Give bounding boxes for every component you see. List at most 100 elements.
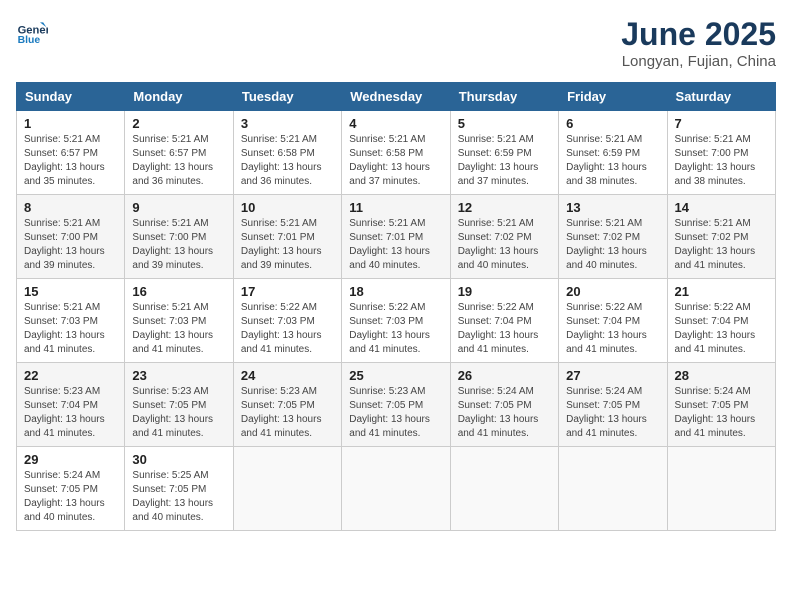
table-row: 11 Sunrise: 5:21 AMSunset: 7:01 PMDayligh… (342, 195, 450, 279)
table-row: 19 Sunrise: 5:22 AMSunset: 7:04 PMDayligh… (450, 279, 558, 363)
day-number: 2 (132, 116, 225, 131)
day-info: Sunrise: 5:21 AMSunset: 7:01 PMDaylight:… (241, 217, 334, 273)
table-row: 7 Sunrise: 5:21 AMSunset: 7:00 PMDaylight… (667, 111, 775, 195)
day-info: Sunrise: 5:21 AMSunset: 7:01 PMDaylight:… (349, 217, 442, 273)
table-row: 24 Sunrise: 5:23 AMSunset: 7:05 PMDayligh… (233, 363, 341, 447)
table-row: 30 Sunrise: 5:25 AMSunset: 7:05 PMDayligh… (125, 447, 233, 531)
day-info: Sunrise: 5:22 AMSunset: 7:03 PMDaylight:… (241, 301, 334, 357)
table-row: 27 Sunrise: 5:24 AMSunset: 7:05 PMDayligh… (559, 363, 667, 447)
col-thursday: Thursday (450, 83, 558, 111)
table-row (559, 447, 667, 531)
day-info: Sunrise: 5:24 AMSunset: 7:05 PMDaylight:… (24, 469, 117, 525)
day-number: 20 (566, 284, 659, 299)
calendar-week-row: 8 Sunrise: 5:21 AMSunset: 7:00 PMDaylight… (17, 195, 776, 279)
header-row: Sunday Monday Tuesday Wednesday Thursday… (17, 83, 776, 111)
day-info: Sunrise: 5:21 AMSunset: 6:59 PMDaylight:… (458, 133, 551, 189)
col-monday: Monday (125, 83, 233, 111)
table-row: 5 Sunrise: 5:21 AMSunset: 6:59 PMDaylight… (450, 111, 558, 195)
day-info: Sunrise: 5:23 AMSunset: 7:05 PMDaylight:… (241, 385, 334, 441)
table-row (233, 447, 341, 531)
day-number: 22 (24, 368, 117, 383)
day-number: 14 (675, 200, 768, 215)
table-row: 8 Sunrise: 5:21 AMSunset: 7:00 PMDaylight… (17, 195, 125, 279)
day-number: 28 (675, 368, 768, 383)
day-info: Sunrise: 5:22 AMSunset: 7:03 PMDaylight:… (349, 301, 442, 357)
day-number: 13 (566, 200, 659, 215)
table-row (342, 447, 450, 531)
day-number: 9 (132, 200, 225, 215)
day-number: 15 (24, 284, 117, 299)
day-info: Sunrise: 5:22 AMSunset: 7:04 PMDaylight:… (675, 301, 768, 357)
logo: General Blue (16, 16, 48, 48)
table-row: 18 Sunrise: 5:22 AMSunset: 7:03 PMDayligh… (342, 279, 450, 363)
day-number: 7 (675, 116, 768, 131)
table-row: 20 Sunrise: 5:22 AMSunset: 7:04 PMDayligh… (559, 279, 667, 363)
page-header: General Blue June 2025 Longyan, Fujian, … (16, 16, 776, 70)
day-info: Sunrise: 5:22 AMSunset: 7:04 PMDaylight:… (566, 301, 659, 357)
day-number: 3 (241, 116, 334, 131)
table-row: 21 Sunrise: 5:22 AMSunset: 7:04 PMDayligh… (667, 279, 775, 363)
table-row: 1 Sunrise: 5:21 AMSunset: 6:57 PMDaylight… (17, 111, 125, 195)
day-info: Sunrise: 5:21 AMSunset: 6:57 PMDaylight:… (24, 133, 117, 189)
day-info: Sunrise: 5:21 AMSunset: 7:02 PMDaylight:… (458, 217, 551, 273)
day-info: Sunrise: 5:24 AMSunset: 7:05 PMDaylight:… (566, 385, 659, 441)
day-number: 25 (349, 368, 442, 383)
day-number: 30 (132, 452, 225, 467)
logo-icon: General Blue (16, 16, 48, 48)
table-row: 26Sunrise: 5:24 AMSunset: 7:05 PMDayligh… (450, 363, 558, 447)
table-row: 14 Sunrise: 5:21 AMSunset: 7:02 PMDayligh… (667, 195, 775, 279)
day-number: 6 (566, 116, 659, 131)
calendar-table: Sunday Monday Tuesday Wednesday Thursday… (16, 82, 776, 531)
day-number: 19 (458, 284, 551, 299)
day-info: Sunrise: 5:21 AMSunset: 6:59 PMDaylight:… (566, 133, 659, 189)
day-number: 4 (349, 116, 442, 131)
table-row: 15Sunrise: 5:21 AMSunset: 7:03 PMDayligh… (17, 279, 125, 363)
day-number: 23 (132, 368, 225, 383)
day-number: 1 (24, 116, 117, 131)
day-info: Sunrise: 5:23 AMSunset: 7:04 PMDaylight:… (24, 385, 117, 441)
day-number: 17 (241, 284, 334, 299)
col-sunday: Sunday (17, 83, 125, 111)
calendar-week-row: 1 Sunrise: 5:21 AMSunset: 6:57 PMDaylight… (17, 111, 776, 195)
col-saturday: Saturday (667, 83, 775, 111)
calendar-week-row: 22 Sunrise: 5:23 AMSunset: 7:04 PMDayligh… (17, 363, 776, 447)
day-number: 24 (241, 368, 334, 383)
day-info: Sunrise: 5:23 AMSunset: 7:05 PMDaylight:… (349, 385, 442, 441)
day-info: Sunrise: 5:21 AMSunset: 7:00 PMDaylight:… (675, 133, 768, 189)
day-number: 18 (349, 284, 442, 299)
day-info: Sunrise: 5:25 AMSunset: 7:05 PMDaylight:… (132, 469, 225, 525)
day-info: Sunrise: 5:21 AMSunset: 7:03 PMDaylight:… (132, 301, 225, 357)
calendar-week-row: 29Sunrise: 5:24 AMSunset: 7:05 PMDayligh… (17, 447, 776, 531)
table-row: 16 Sunrise: 5:21 AMSunset: 7:03 PMDayligh… (125, 279, 233, 363)
day-info: Sunrise: 5:21 AMSunset: 7:00 PMDaylight:… (24, 217, 117, 273)
location: Longyan, Fujian, China (621, 53, 776, 70)
day-info: Sunrise: 5:22 AMSunset: 7:04 PMDaylight:… (458, 301, 551, 357)
day-info: Sunrise: 5:21 AMSunset: 6:58 PMDaylight:… (241, 133, 334, 189)
day-number: 8 (24, 200, 117, 215)
table-row: 23 Sunrise: 5:23 AMSunset: 7:05 PMDayligh… (125, 363, 233, 447)
table-row: 25 Sunrise: 5:23 AMSunset: 7:05 PMDayligh… (342, 363, 450, 447)
day-info: Sunrise: 5:24 AMSunset: 7:05 PMDaylight:… (458, 385, 551, 441)
day-number: 27 (566, 368, 659, 383)
day-number: 11 (349, 200, 442, 215)
day-info: Sunrise: 5:21 AMSunset: 7:02 PMDaylight:… (566, 217, 659, 273)
title-block: June 2025 Longyan, Fujian, China (621, 16, 776, 70)
calendar-week-row: 15 Sunrise: 5:21 AMSunset: 7:03 PMDayligh… (17, 279, 776, 363)
day-info: Sunrise: 5:21 AMSunset: 6:58 PMDaylight:… (349, 133, 442, 189)
table-row: 4 Sunrise: 5:21 AMSunset: 6:58 PMDaylight… (342, 111, 450, 195)
table-row: 12Sunrise: 5:21 AMSunset: 7:02 PMDayligh… (450, 195, 558, 279)
table-row: 3 Sunrise: 5:21 AMSunset: 6:58 PMDaylight… (233, 111, 341, 195)
day-info: Sunrise: 5:23 AMSunset: 7:05 PMDaylight:… (132, 385, 225, 441)
day-number: 5 (458, 116, 551, 131)
day-number: 16 (132, 284, 225, 299)
table-row: 10Sunrise: 5:21 AMSunset: 7:01 PMDayligh… (233, 195, 341, 279)
month-title: June 2025 (621, 16, 776, 53)
day-info: Sunrise: 5:21 AMSunset: 7:02 PMDaylight:… (675, 217, 768, 273)
day-number: 21 (675, 284, 768, 299)
table-row (667, 447, 775, 531)
table-row (450, 447, 558, 531)
col-tuesday: Tuesday (233, 83, 341, 111)
table-row: 22 Sunrise: 5:23 AMSunset: 7:04 PMDayligh… (17, 363, 125, 447)
table-row: 17 Sunrise: 5:22 AMSunset: 7:03 PMDayligh… (233, 279, 341, 363)
day-info: Sunrise: 5:21 AMSunset: 6:57 PMDaylight:… (132, 133, 225, 189)
